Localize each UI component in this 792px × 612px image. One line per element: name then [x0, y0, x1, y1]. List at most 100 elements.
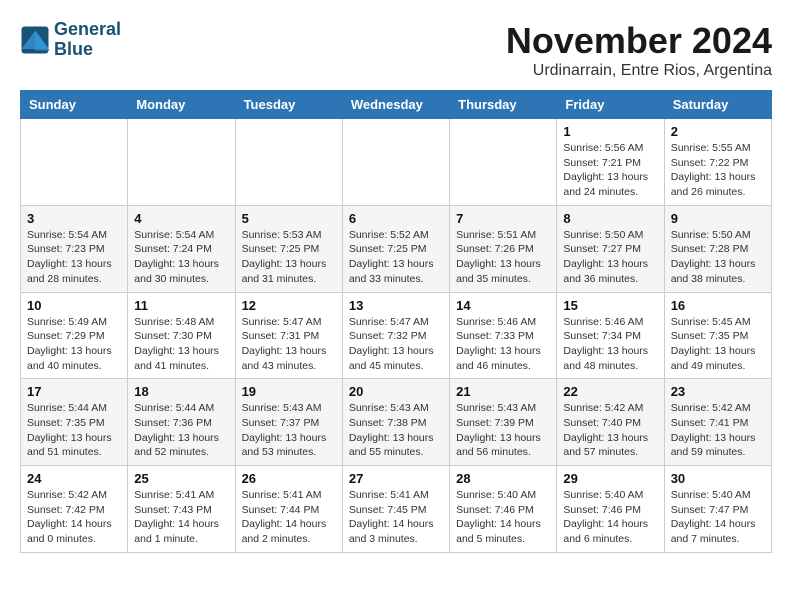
logo: General Blue [20, 20, 121, 60]
calendar-cell: 13 Sunrise: 5:47 AM Sunset: 7:32 PM Dayli… [342, 292, 449, 379]
day-number: 26 [242, 471, 336, 486]
calendar-cell [450, 119, 557, 206]
calendar-week-row: 3 Sunrise: 5:54 AM Sunset: 7:23 PM Daylig… [21, 205, 772, 292]
weekday-header: Friday [557, 91, 664, 119]
day-info: Sunrise: 5:52 AM Sunset: 7:25 PM Dayligh… [349, 228, 443, 287]
day-info: Sunrise: 5:49 AM Sunset: 7:29 PM Dayligh… [27, 315, 121, 374]
day-info: Sunrise: 5:42 AM Sunset: 7:42 PM Dayligh… [27, 488, 121, 547]
calendar-cell: 18 Sunrise: 5:44 AM Sunset: 7:36 PM Dayli… [128, 379, 235, 466]
logo-line1: General [54, 20, 121, 40]
day-number: 18 [134, 384, 228, 399]
day-info: Sunrise: 5:47 AM Sunset: 7:32 PM Dayligh… [349, 315, 443, 374]
logo-icon [20, 25, 50, 55]
day-info: Sunrise: 5:48 AM Sunset: 7:30 PM Dayligh… [134, 315, 228, 374]
weekday-header: Sunday [21, 91, 128, 119]
day-info: Sunrise: 5:46 AM Sunset: 7:34 PM Dayligh… [563, 315, 657, 374]
day-number: 3 [27, 211, 121, 226]
calendar-cell: 7 Sunrise: 5:51 AM Sunset: 7:26 PM Daylig… [450, 205, 557, 292]
day-info: Sunrise: 5:46 AM Sunset: 7:33 PM Dayligh… [456, 315, 550, 374]
day-number: 8 [563, 211, 657, 226]
calendar-cell: 6 Sunrise: 5:52 AM Sunset: 7:25 PM Daylig… [342, 205, 449, 292]
day-number: 7 [456, 211, 550, 226]
day-number: 25 [134, 471, 228, 486]
day-info: Sunrise: 5:44 AM Sunset: 7:35 PM Dayligh… [27, 401, 121, 460]
day-number: 5 [242, 211, 336, 226]
day-number: 4 [134, 211, 228, 226]
calendar-cell: 16 Sunrise: 5:45 AM Sunset: 7:35 PM Dayli… [664, 292, 771, 379]
day-info: Sunrise: 5:56 AM Sunset: 7:21 PM Dayligh… [563, 141, 657, 200]
calendar-cell: 26 Sunrise: 5:41 AM Sunset: 7:44 PM Dayli… [235, 466, 342, 553]
calendar-cell [342, 119, 449, 206]
calendar-week-row: 1Sunrise: 5:56 AM Sunset: 7:21 PM Daylig… [21, 119, 772, 206]
calendar-cell: 2Sunrise: 5:55 AM Sunset: 7:22 PM Daylig… [664, 119, 771, 206]
day-number: 10 [27, 298, 121, 313]
calendar-week-row: 17 Sunrise: 5:44 AM Sunset: 7:35 PM Dayli… [21, 379, 772, 466]
day-number: 19 [242, 384, 336, 399]
calendar-cell [128, 119, 235, 206]
day-number: 29 [563, 471, 657, 486]
day-info: Sunrise: 5:40 AM Sunset: 7:46 PM Dayligh… [563, 488, 657, 547]
day-number: 24 [27, 471, 121, 486]
day-info: Sunrise: 5:44 AM Sunset: 7:36 PM Dayligh… [134, 401, 228, 460]
calendar-cell: 22 Sunrise: 5:42 AM Sunset: 7:40 PM Dayli… [557, 379, 664, 466]
calendar-cell: 8 Sunrise: 5:50 AM Sunset: 7:27 PM Daylig… [557, 205, 664, 292]
day-number: 17 [27, 384, 121, 399]
day-info: Sunrise: 5:55 AM Sunset: 7:22 PM Dayligh… [671, 141, 765, 200]
day-info: Sunrise: 5:54 AM Sunset: 7:23 PM Dayligh… [27, 228, 121, 287]
calendar-cell: 15 Sunrise: 5:46 AM Sunset: 7:34 PM Dayli… [557, 292, 664, 379]
day-info: Sunrise: 5:43 AM Sunset: 7:37 PM Dayligh… [242, 401, 336, 460]
day-number: 13 [349, 298, 443, 313]
day-info: Sunrise: 5:54 AM Sunset: 7:24 PM Dayligh… [134, 228, 228, 287]
day-info: Sunrise: 5:43 AM Sunset: 7:39 PM Dayligh… [456, 401, 550, 460]
day-info: Sunrise: 5:43 AM Sunset: 7:38 PM Dayligh… [349, 401, 443, 460]
calendar-cell: 14Sunrise: 5:46 AM Sunset: 7:33 PM Dayli… [450, 292, 557, 379]
calendar-cell [21, 119, 128, 206]
calendar-week-row: 10 Sunrise: 5:49 AM Sunset: 7:29 PM Dayli… [21, 292, 772, 379]
day-number: 16 [671, 298, 765, 313]
calendar-cell: 19 Sunrise: 5:43 AM Sunset: 7:37 PM Dayli… [235, 379, 342, 466]
calendar-cell: 30 Sunrise: 5:40 AM Sunset: 7:47 PM Dayli… [664, 466, 771, 553]
calendar-cell: 5Sunrise: 5:53 AM Sunset: 7:25 PM Daylig… [235, 205, 342, 292]
day-info: Sunrise: 5:42 AM Sunset: 7:40 PM Dayligh… [563, 401, 657, 460]
calendar-cell: 24 Sunrise: 5:42 AM Sunset: 7:42 PM Dayli… [21, 466, 128, 553]
calendar-cell: 29 Sunrise: 5:40 AM Sunset: 7:46 PM Dayli… [557, 466, 664, 553]
calendar-cell: 20Sunrise: 5:43 AM Sunset: 7:38 PM Dayli… [342, 379, 449, 466]
calendar-week-row: 24 Sunrise: 5:42 AM Sunset: 7:42 PM Dayli… [21, 466, 772, 553]
day-info: Sunrise: 5:51 AM Sunset: 7:26 PM Dayligh… [456, 228, 550, 287]
calendar-cell: 23 Sunrise: 5:42 AM Sunset: 7:41 PM Dayli… [664, 379, 771, 466]
day-info: Sunrise: 5:42 AM Sunset: 7:41 PM Dayligh… [671, 401, 765, 460]
page-header: General Blue November 2024 Urdinarrain, … [20, 20, 772, 80]
day-info: Sunrise: 5:40 AM Sunset: 7:47 PM Dayligh… [671, 488, 765, 547]
calendar-cell: 9Sunrise: 5:50 AM Sunset: 7:28 PM Daylig… [664, 205, 771, 292]
day-info: Sunrise: 5:41 AM Sunset: 7:44 PM Dayligh… [242, 488, 336, 547]
day-number: 11 [134, 298, 228, 313]
location-title: Urdinarrain, Entre Rios, Argentina [506, 62, 772, 80]
day-number: 12 [242, 298, 336, 313]
day-info: Sunrise: 5:50 AM Sunset: 7:28 PM Dayligh… [671, 228, 765, 287]
day-number: 22 [563, 384, 657, 399]
day-number: 6 [349, 211, 443, 226]
calendar-cell: 17 Sunrise: 5:44 AM Sunset: 7:35 PM Dayli… [21, 379, 128, 466]
calendar-cell: 1Sunrise: 5:56 AM Sunset: 7:21 PM Daylig… [557, 119, 664, 206]
day-info: Sunrise: 5:50 AM Sunset: 7:27 PM Dayligh… [563, 228, 657, 287]
day-info: Sunrise: 5:41 AM Sunset: 7:43 PM Dayligh… [134, 488, 228, 547]
day-info: Sunrise: 5:45 AM Sunset: 7:35 PM Dayligh… [671, 315, 765, 374]
calendar-cell: 27Sunrise: 5:41 AM Sunset: 7:45 PM Dayli… [342, 466, 449, 553]
day-number: 27 [349, 471, 443, 486]
weekday-header: Tuesday [235, 91, 342, 119]
day-info: Sunrise: 5:40 AM Sunset: 7:46 PM Dayligh… [456, 488, 550, 547]
weekday-header-row: SundayMondayTuesdayWednesdayThursdayFrid… [21, 91, 772, 119]
day-number: 28 [456, 471, 550, 486]
calendar-table: SundayMondayTuesdayWednesdayThursdayFrid… [20, 90, 772, 553]
calendar-cell: 4 Sunrise: 5:54 AM Sunset: 7:24 PM Daylig… [128, 205, 235, 292]
day-number: 30 [671, 471, 765, 486]
calendar-cell: 25 Sunrise: 5:41 AM Sunset: 7:43 PM Dayli… [128, 466, 235, 553]
calendar-cell: 21Sunrise: 5:43 AM Sunset: 7:39 PM Dayli… [450, 379, 557, 466]
day-info: Sunrise: 5:47 AM Sunset: 7:31 PM Dayligh… [242, 315, 336, 374]
calendar-cell: 3 Sunrise: 5:54 AM Sunset: 7:23 PM Daylig… [21, 205, 128, 292]
calendar-cell: 12 Sunrise: 5:47 AM Sunset: 7:31 PM Dayli… [235, 292, 342, 379]
day-number: 23 [671, 384, 765, 399]
day-number: 15 [563, 298, 657, 313]
weekday-header: Thursday [450, 91, 557, 119]
weekday-header: Saturday [664, 91, 771, 119]
